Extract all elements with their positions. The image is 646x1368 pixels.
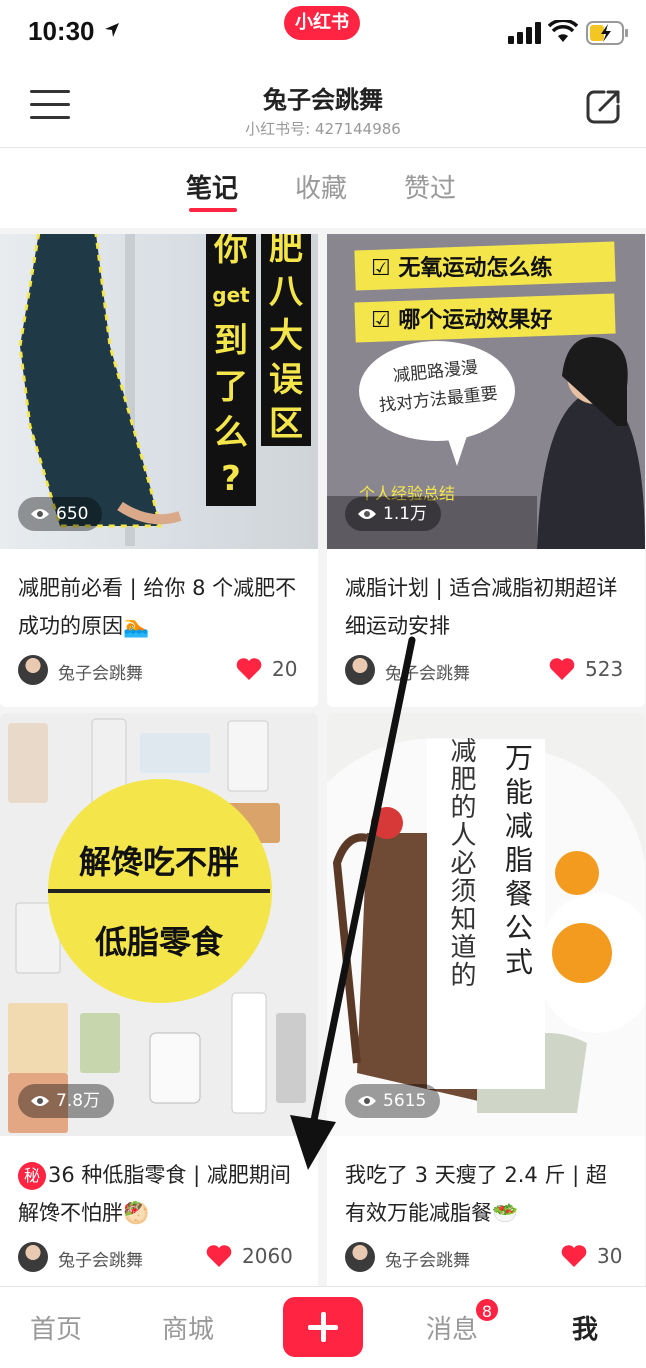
author-name[interactable]: 兔子会跳舞 [385,659,470,684]
profile-tabs: 笔记 收藏 赞过 [0,148,646,228]
profile-header: 兔子会跳舞 小红书号: 427144986 [0,66,646,148]
note-cover: ☑ 无氧运动怎么练 ☑ 哪个运动效果好 减肥路漫漫 找对方法最重要 个人经验总结… [327,234,645,549]
location-arrow-icon [105,23,119,37]
note-card[interactable]: 你 get 到 了 么 ? 肥 八 大 误 区 650 减肥前必看 | 给你 8… [0,234,318,707]
avatar[interactable] [345,655,375,685]
notes-feed: 你 get 到 了 么 ? 肥 八 大 误 区 650 减肥前必看 | 给你 8… [0,234,646,1286]
avatar[interactable] [18,1242,48,1272]
note-cover: 解馋吃不胖 低脂零食 7.8万 [0,713,318,1136]
note-card[interactable]: 万能减脂餐公式 减肥的人必须知道的 5615 我吃了 3 天瘦了 2.4 斤 |… [327,713,645,1286]
profile-name: 兔子会跳舞 [263,86,383,114]
note-cover: 你 get 到 了 么 ? 肥 八 大 误 区 650 [0,234,318,549]
view-count: 5615 [383,1091,427,1111]
heart-icon[interactable] [206,1244,232,1268]
note-title: 秘 36 种低脂零食 | 减肥期间解馋不怕胖🥙 [18,1162,291,1225]
nav-messages[interactable]: 消息 [426,1309,478,1346]
view-count-pill: 7.8万 [18,1084,115,1118]
eye-icon [31,1096,49,1106]
battery-charging-icon [586,21,628,45]
note-meta: 兔子会跳舞 523 [327,649,645,707]
profile-id: 小红书号: 427144986 [245,120,401,138]
view-count-pill: 1.1万 [345,497,442,531]
nav-home[interactable]: 首页 [30,1309,82,1346]
note-meta: 兔子会跳舞 30 [327,1236,645,1286]
like-count: 523 [585,657,624,681]
cover-vertical-text: 万能减脂餐公式 [501,743,534,981]
note-meta: 兔子会跳舞 20 [0,649,318,707]
heart-icon[interactable] [549,657,575,681]
wifi-icon [548,20,578,42]
note-card[interactable]: 解馋吃不胖 低脂零食 7.8万 秘 36 种低脂零食 | 减肥期间解馋不怕胖🥙 兔… [0,713,318,1286]
nav-me[interactable]: 我 [572,1309,598,1346]
cover-text-b: 肥 八 大 误 区 [269,234,303,444]
like-count: 20 [272,657,298,681]
cover-text-a: 你 get 到 了 么 ? [212,234,250,499]
note-card[interactable]: ☑ 无氧运动怎么练 ☑ 哪个运动效果好 减肥路漫漫 找对方法最重要 个人经验总结… [327,234,645,707]
heart-icon[interactable] [561,1244,587,1268]
avatar[interactable] [345,1242,375,1272]
active-tab-indicator [189,208,237,212]
view-count: 7.8万 [56,1091,101,1111]
cover-subheadline: 低脂零食 [94,923,223,961]
eye-icon [358,509,376,519]
author-name[interactable]: 兔子会跳舞 [58,659,143,684]
status-time: 10:30 [28,16,95,46]
view-count-pill: 5615 [345,1084,441,1118]
tab-notes[interactable]: 笔记 [186,168,238,205]
nav-mall[interactable]: 商城 [162,1309,214,1346]
like-count: 2060 [242,1244,293,1268]
eye-icon [358,1096,376,1106]
heart-icon[interactable] [236,657,262,681]
share-icon[interactable] [584,88,622,126]
status-bar: 10:30 小红书 [0,0,646,66]
view-count: 650 [56,504,89,524]
author-name[interactable]: 兔子会跳舞 [385,1246,470,1271]
tab-collections[interactable]: 收藏 [295,168,347,205]
bottom-nav: 首页 商城 消息 8 我 [0,1286,646,1368]
note-meta: 兔子会跳舞 2060 [0,1236,318,1286]
messages-badge: 8 [474,1297,500,1323]
cover-headline: 解馋吃不胖 [78,843,239,881]
note-title: 减肥前必看 | 给你 8 个减肥不成功的原因🏊 [18,576,297,638]
eye-icon [31,509,49,519]
view-count-pill: 650 [18,497,103,531]
tab-liked[interactable]: 赞过 [404,168,456,205]
avatar[interactable] [18,655,48,685]
secret-badge: 秘 [18,1162,46,1190]
cover-vertical-text: 减肥的人必须知道的 [446,737,476,989]
plus-icon[interactable] [283,1297,363,1357]
note-title: 减脂计划 | 适合减脂初期超详细运动安排 [345,576,618,638]
like-count: 30 [597,1244,623,1268]
note-title: 我吃了 3 天瘦了 2.4 斤 | 超有效万能减脂餐🥗 [345,1163,607,1225]
note-cover: 万能减脂餐公式 减肥的人必须知道的 5615 [327,713,645,1136]
signal-icon [508,22,541,44]
author-name[interactable]: 兔子会跳舞 [58,1246,143,1271]
brand-badge: 小红书 [284,6,360,40]
view-count: 1.1万 [383,504,428,524]
